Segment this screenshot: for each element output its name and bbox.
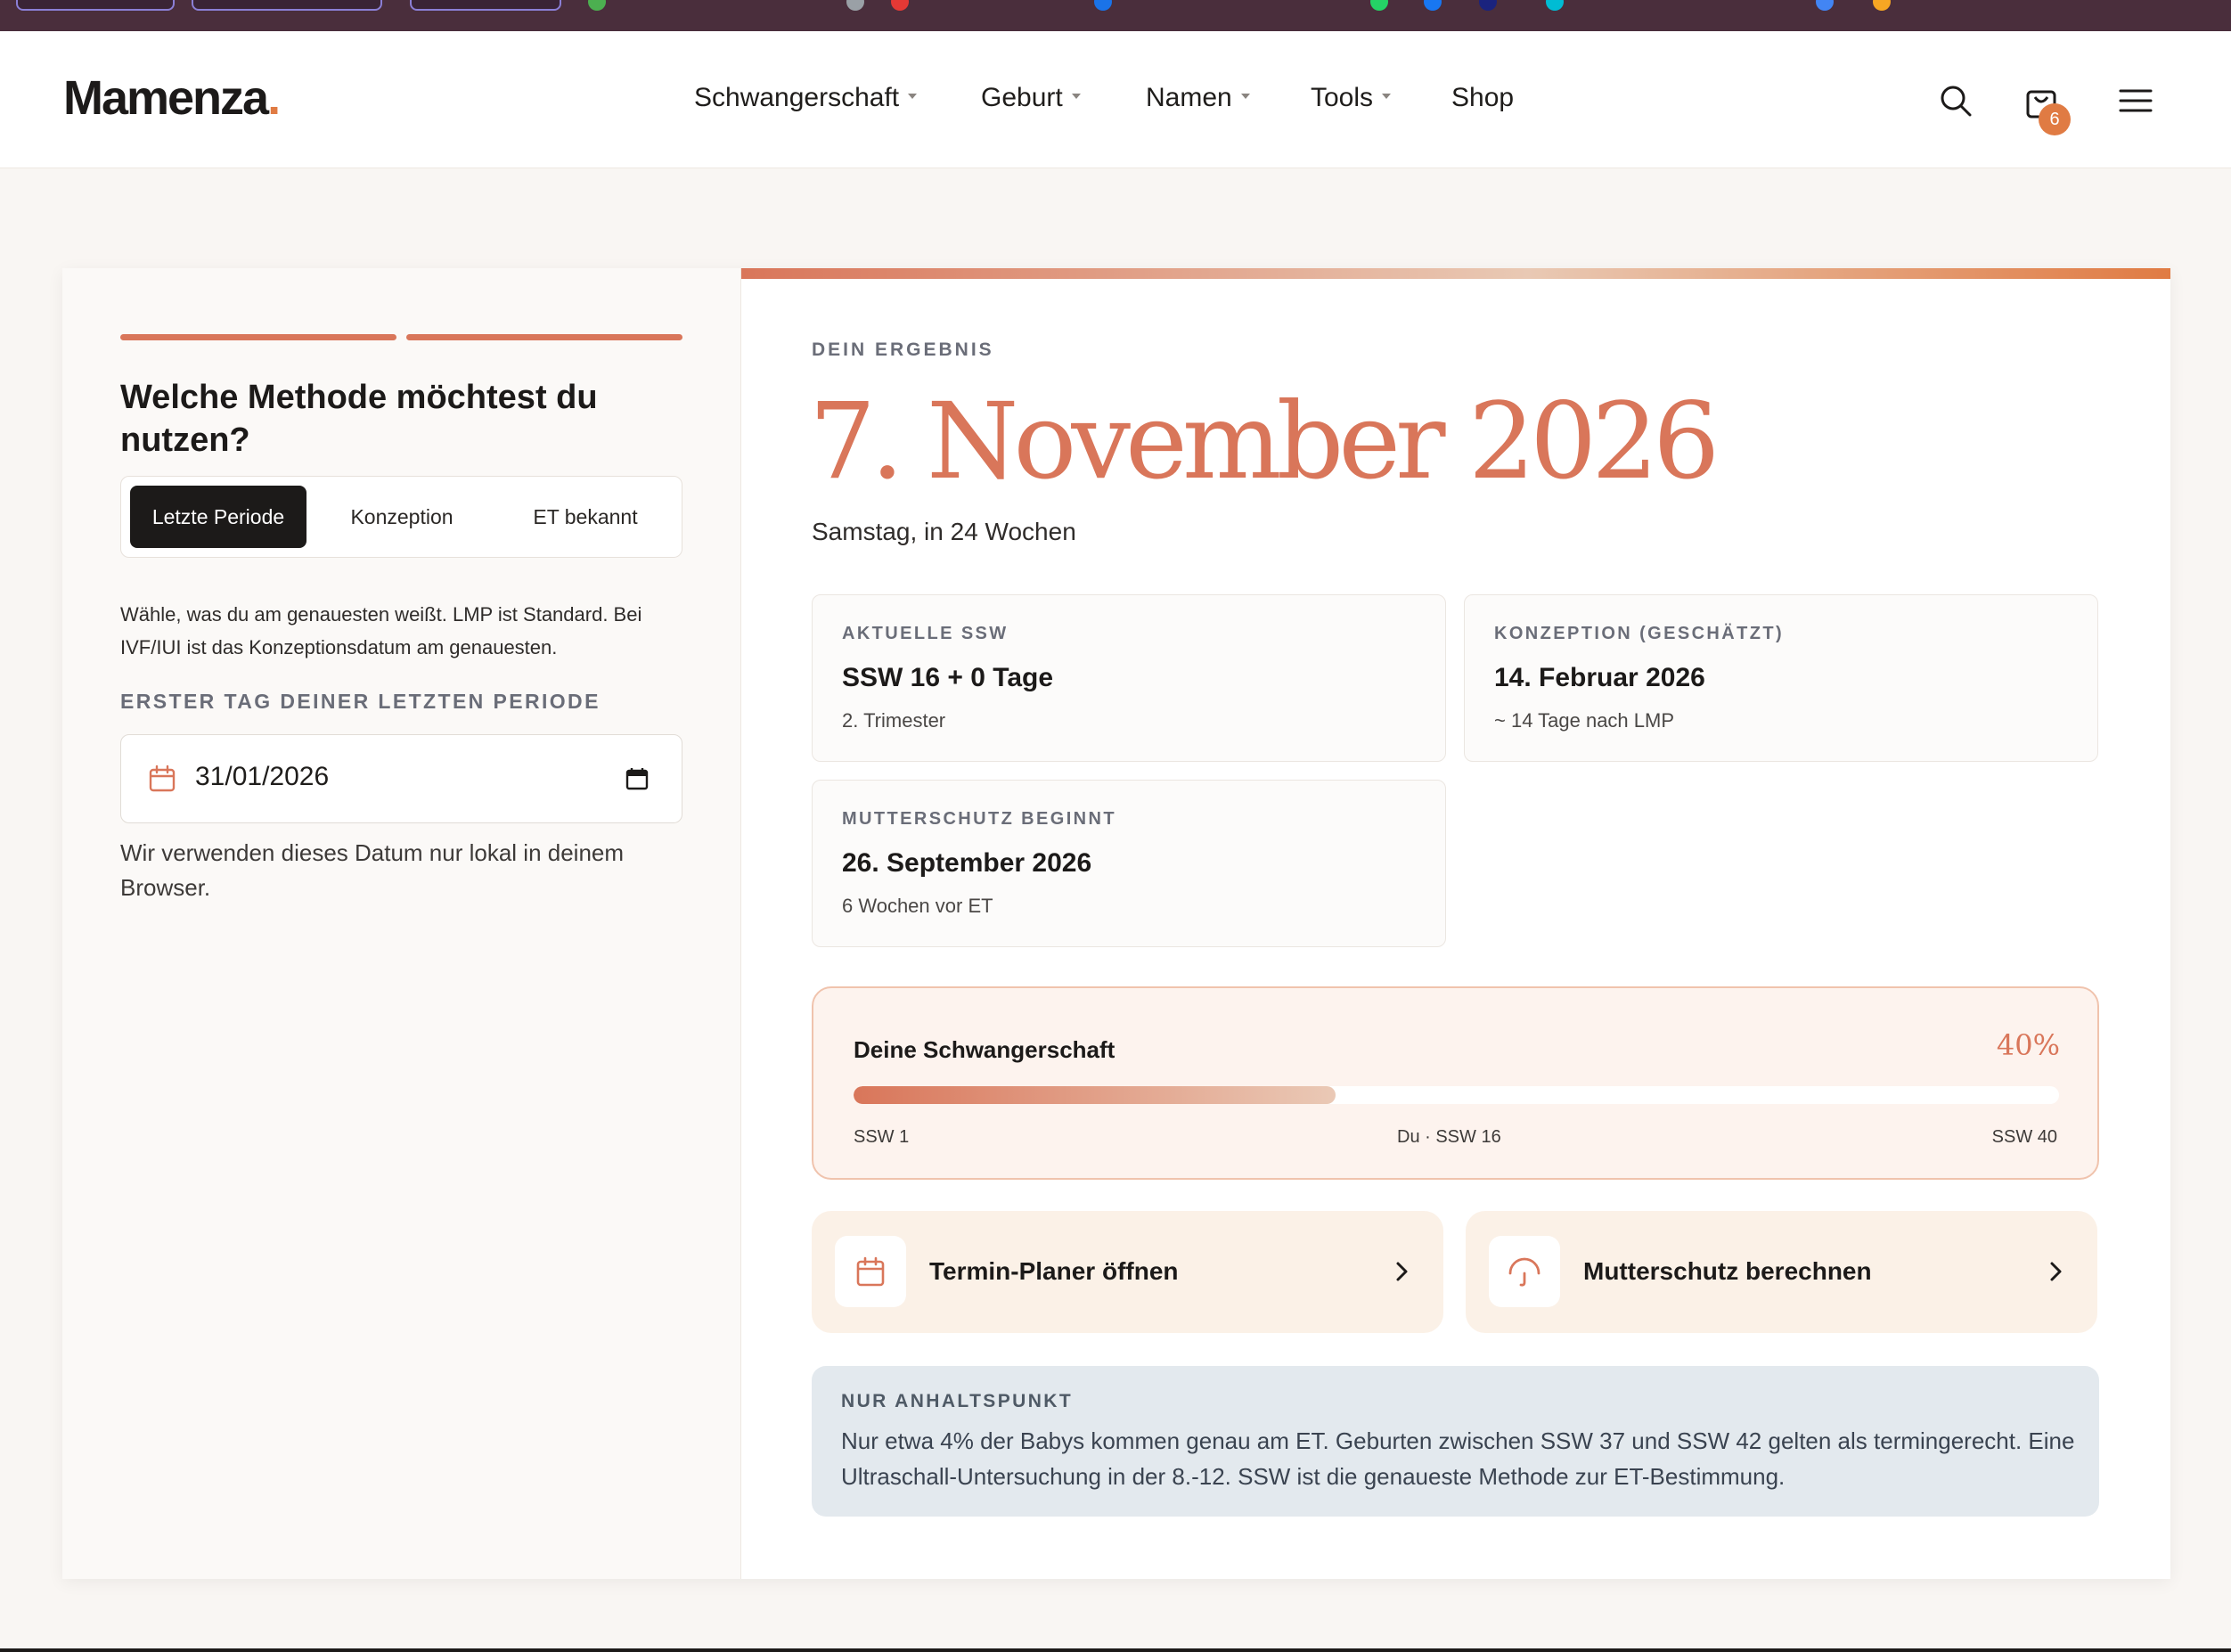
notice-text: Nur etwa 4% der Babys kommen genau am ET… xyxy=(841,1427,2075,1490)
progress-fill xyxy=(854,1086,1336,1104)
bookmark-item[interactable] xyxy=(192,0,382,11)
chevron-down-icon xyxy=(908,94,918,100)
step-bar xyxy=(120,334,396,340)
method-help-text: Wähle, was du am genauesten weißt. LMP i… xyxy=(120,603,642,658)
period-date-input[interactable]: 31/01/2026 xyxy=(120,734,682,823)
search-icon[interactable] xyxy=(1936,81,1975,120)
progress-title: Deine Schwangerschaft xyxy=(854,1036,1116,1063)
progress-percent: 40% xyxy=(1996,1028,2060,1062)
progress-track xyxy=(854,1086,2059,1104)
info-sub: 2. Trimester xyxy=(842,709,946,732)
result-panel: DEIN ERGEBNIS 7. November 2026 Samstag, … xyxy=(741,268,2170,1579)
method-button-et-bekannt[interactable]: ET bekannt xyxy=(497,486,674,548)
umbrella-icon xyxy=(1508,1257,1540,1287)
info-label: MUTTERSCHUTZ BEGINNT xyxy=(842,809,1116,829)
info-label: AKTUELLE SSW xyxy=(842,624,1009,643)
date-value: 31/01/2026 xyxy=(195,762,330,791)
action-icon-box xyxy=(835,1236,906,1307)
due-date-calculator-card: Welche Methode möchtest du nutzen? Letzt… xyxy=(62,268,2170,1579)
bookmark-icon[interactable] xyxy=(1873,0,1891,11)
site-header: Mamenza. Schwangerschaft Geburt Namen To… xyxy=(0,31,2231,168)
nav-item-geburt[interactable]: Geburt xyxy=(981,83,1081,113)
chevron-right-icon xyxy=(1396,1262,1408,1281)
method-button-letzte-periode[interactable]: Letzte Periode xyxy=(130,486,306,548)
cart-count-badge: 6 xyxy=(2039,103,2071,135)
mutterschutz-button[interactable]: Mutterschutz berechnen xyxy=(1466,1211,2097,1333)
method-button-konzeption[interactable]: Konzeption xyxy=(314,486,490,548)
browser-bookmarks-bar xyxy=(0,0,2231,31)
nav-item-shop[interactable]: Shop xyxy=(1451,83,1514,113)
brand-logo[interactable]: Mamenza. xyxy=(63,70,281,126)
method-toggle: Letzte Periode Konzeption ET bekannt xyxy=(120,476,682,558)
action-label: Mutterschutz berechnen xyxy=(1583,1257,1872,1285)
calculator-form-panel: Welche Methode möchtest du nutzen? Letzt… xyxy=(62,268,741,1579)
disclaimer-notice: NUR ANHALTSPUNKT Nur etwa 4% der Babys k… xyxy=(812,1366,2099,1517)
step-indicator xyxy=(120,334,682,341)
date-field-label: ERSTER TAG DEINER LETZTEN PERIODE xyxy=(120,690,601,713)
nav-item-namen[interactable]: Namen xyxy=(1146,83,1250,113)
calendar-icon xyxy=(149,765,176,792)
progress-tick-end: SSW 40 xyxy=(1991,1127,2057,1147)
bookmark-icon[interactable] xyxy=(588,0,606,11)
bookmark-icon[interactable] xyxy=(1479,0,1497,11)
due-date: 7. November 2026 xyxy=(809,380,1720,503)
info-value: SSW 16 + 0 Tage xyxy=(842,663,1054,692)
method-question: Welche Methode möchtest du nutzen? xyxy=(120,379,598,459)
info-value: 14. Februar 2026 xyxy=(1494,663,1705,692)
bookmark-icon[interactable] xyxy=(1424,0,1442,11)
info-box-conception: KONZEPTION (GESCHÄTZT) 14. Februar 2026 … xyxy=(1464,594,2098,762)
nav-item-schwangerschaft[interactable]: Schwangerschaft xyxy=(694,83,918,113)
step-bar xyxy=(406,334,682,340)
termin-planer-button[interactable]: Termin-Planer öffnen xyxy=(812,1211,1443,1333)
calendar-icon xyxy=(856,1256,885,1287)
bookmark-icon[interactable] xyxy=(846,0,864,11)
accent-bar xyxy=(741,268,2170,279)
bookmark-icon[interactable] xyxy=(1816,0,1834,11)
bookmark-icon[interactable] xyxy=(891,0,909,11)
chevron-down-icon xyxy=(1240,94,1250,100)
pregnancy-progress-card: Deine Schwangerschaft 40% SSW 1 Du · SSW… xyxy=(812,986,2099,1180)
page-bottom-edge xyxy=(0,1648,2231,1652)
bookmark-icon[interactable] xyxy=(1546,0,1564,11)
action-label: Termin-Planer öffnen xyxy=(929,1257,1179,1285)
chevron-down-icon xyxy=(1071,94,1081,100)
notice-label: NUR ANHALTSPUNKT xyxy=(841,1391,1074,1411)
due-date-sub: Samstag, in 24 Wochen xyxy=(812,518,1076,545)
progress-tick-start: SSW 1 xyxy=(854,1127,910,1147)
chevron-right-icon xyxy=(2050,1262,2062,1281)
action-icon-box xyxy=(1489,1236,1560,1307)
info-box-maternity-leave: MUTTERSCHUTZ BEGINNT 26. September 2026 … xyxy=(812,780,1446,947)
result-label: DEIN ERGEBNIS xyxy=(812,339,994,360)
privacy-note: Wir verwenden dieses Datum nur lokal in … xyxy=(120,839,625,901)
date-picker-icon[interactable] xyxy=(625,767,649,790)
info-box-current-week: AKTUELLE SSW SSW 16 + 0 Tage 2. Trimeste… xyxy=(812,594,1446,762)
info-sub: ~ 14 Tage nach LMP xyxy=(1494,709,1675,732)
nav-item-tools[interactable]: Tools xyxy=(1311,83,1392,113)
bookmark-icon[interactable] xyxy=(1370,0,1388,11)
info-sub: 6 Wochen vor ET xyxy=(842,895,993,917)
info-label: KONZEPTION (GESCHÄTZT) xyxy=(1494,624,1785,643)
bookmark-icon[interactable] xyxy=(1094,0,1112,11)
bookmark-item[interactable] xyxy=(16,0,175,11)
hamburger-menu-icon[interactable] xyxy=(2116,81,2155,120)
info-value: 26. September 2026 xyxy=(842,848,1092,878)
chevron-down-icon xyxy=(1382,94,1392,100)
progress-tick-current: Du · SSW 16 xyxy=(1397,1127,1501,1147)
bookmark-item[interactable] xyxy=(410,0,561,11)
